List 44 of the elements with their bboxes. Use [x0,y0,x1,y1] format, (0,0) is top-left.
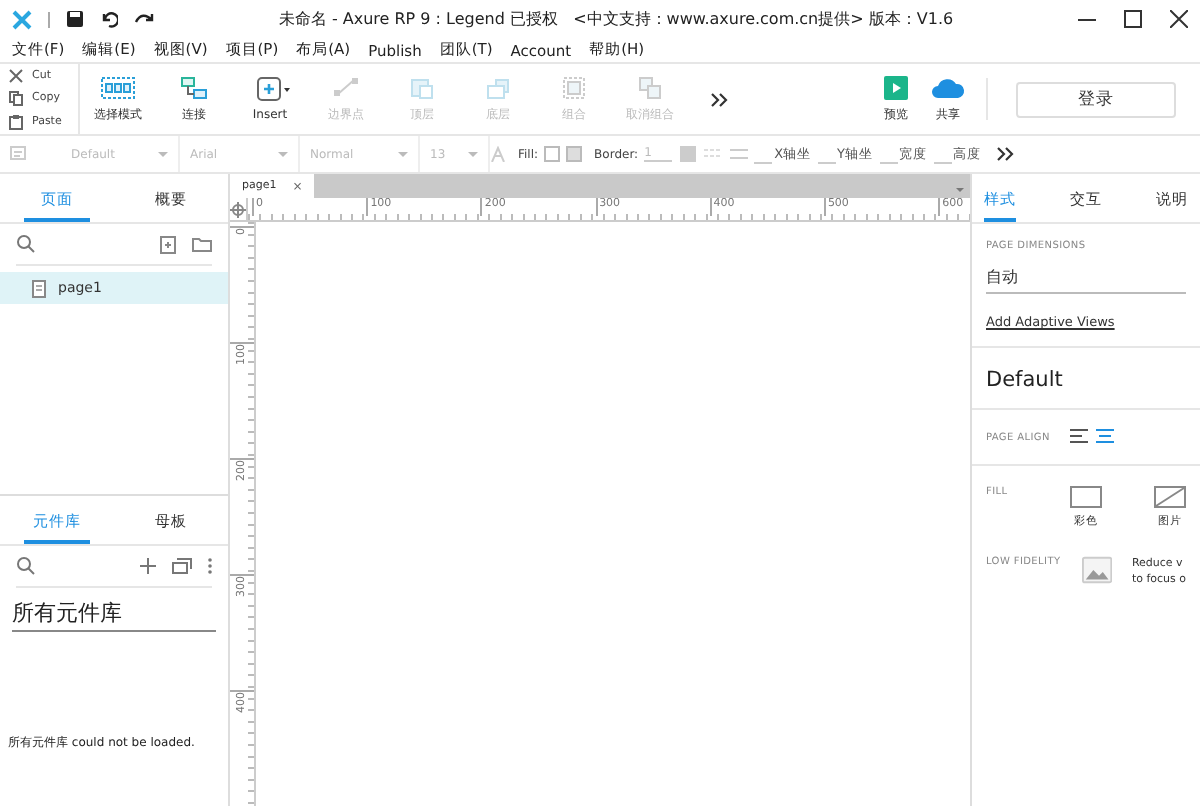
image-icon[interactable] [1081,556,1112,584]
view-name: Default [972,348,1200,410]
maximize-icon[interactable] [1124,10,1142,28]
text-color-icon[interactable] [490,146,506,162]
close-icon[interactable] [1170,10,1188,28]
search-icon[interactable] [16,234,36,254]
scissors-icon [8,67,24,84]
fill-swatch-icon[interactable] [544,146,561,162]
selection-icon [99,74,137,100]
caret-icon [468,151,478,157]
border-color-icon[interactable] [680,146,697,162]
plus-icon[interactable] [140,558,156,574]
redo-icon[interactable] [134,10,154,28]
style-icon [10,146,28,162]
dimension-dropdown[interactable]: 自动 [986,266,1186,294]
separator-icon [48,11,50,27]
login-button[interactable]: 登录 [1016,81,1176,117]
crosshair-icon [230,201,246,217]
caret-icon [398,151,408,157]
library-dropdown[interactable]: 所有元件库 [12,598,216,632]
image-swatch-icon [1154,486,1186,508]
clipboard-icon [8,114,24,131]
plus-icon [251,76,289,102]
undo-icon[interactable] [100,10,118,28]
copy-icon [8,90,24,107]
swatch-icon [1070,486,1102,508]
logo-icon [12,9,32,29]
fill-swatch-icon[interactable] [566,146,583,162]
library-icon[interactable] [172,558,192,574]
caret-icon [278,151,288,157]
folder-icon[interactable] [192,236,212,252]
align-center-icon[interactable] [1095,428,1114,444]
search-icon[interactable] [16,556,36,576]
play-icon [884,75,908,99]
align-left-icon[interactable] [1069,428,1088,444]
caret-icon [158,151,168,157]
cloud-icon [930,75,966,99]
add-page-icon[interactable] [160,235,176,253]
window-title: 未命名 - Axure RP 9 : Legend 已授权 <中文支持：www.axure.com.cn提供> 版本：V1.6 [276,8,956,30]
double-chevron-icon[interactable] [993,144,1016,164]
page-icon [32,279,46,297]
double-chevron-icon[interactable] [708,89,730,109]
save-icon[interactable] [66,10,84,28]
connector-icon [175,74,213,100]
